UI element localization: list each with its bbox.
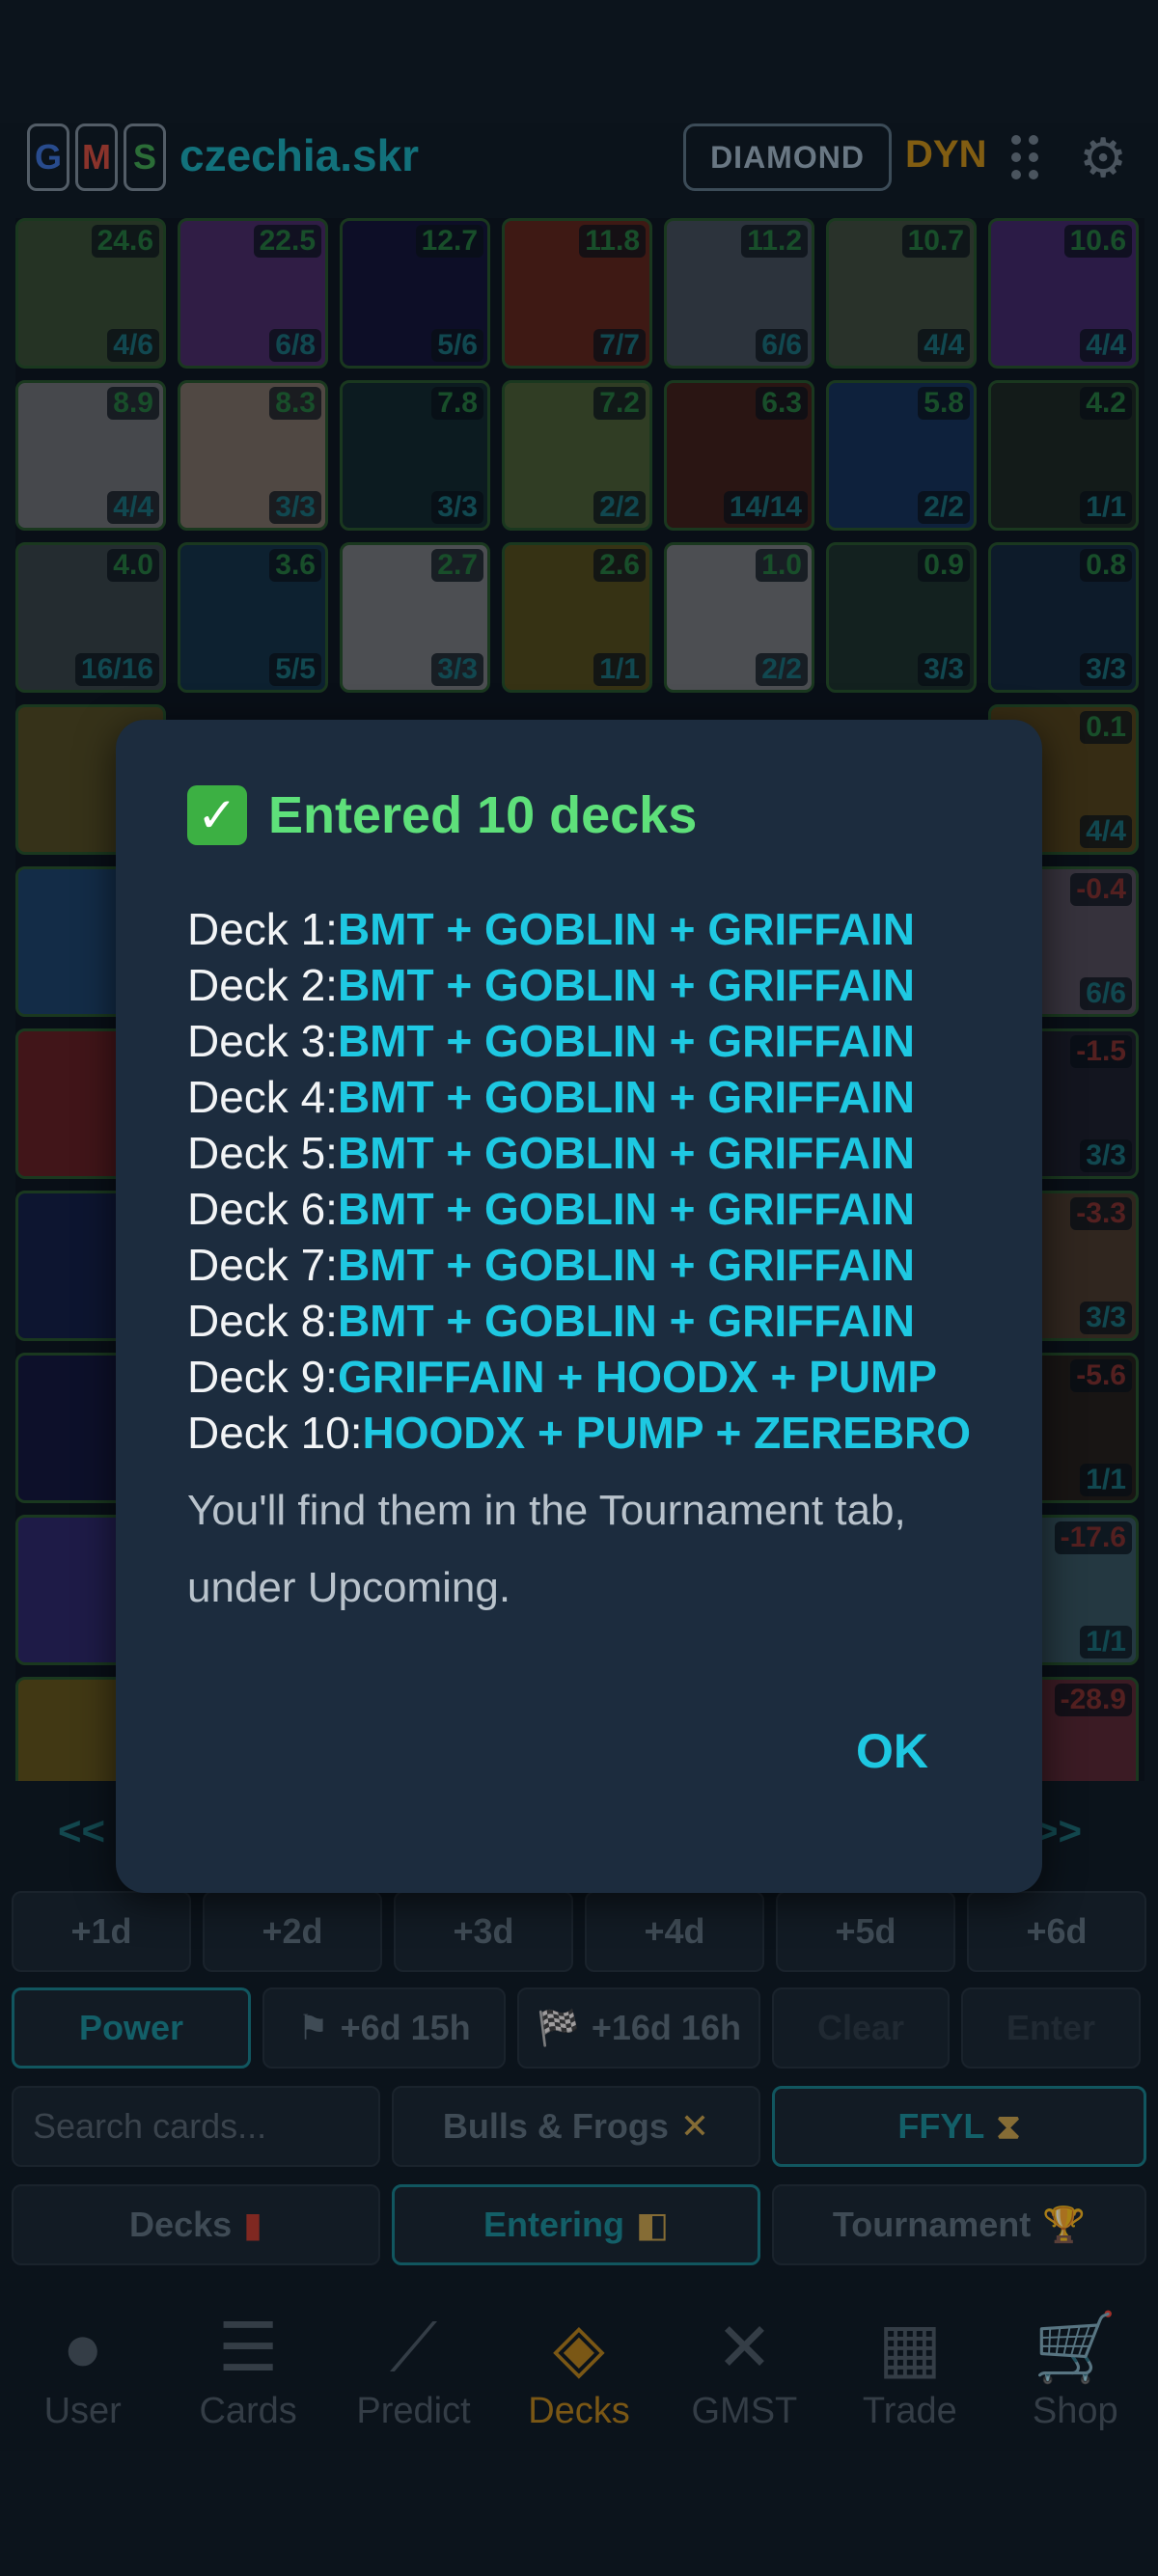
deck-value: BMT + GOBLIN + GRIFFAIN [337, 1184, 915, 1234]
deck-line: Deck 6:BMT + GOBLIN + GRIFFAIN [187, 1181, 971, 1237]
deck-label: Deck 7: [187, 1240, 338, 1290]
deck-value: BMT + GOBLIN + GRIFFAIN [337, 1072, 915, 1122]
deck-line: Deck 10:HOODX + PUMP + ZEREBRO [187, 1405, 971, 1461]
app-root: G M S czechia.skr DIAMOND DYN ⚙ 24.6 4/6 2… [0, 0, 1158, 2576]
deck-line: Deck 3:BMT + GOBLIN + GRIFFAIN [187, 1013, 971, 1069]
ok-button[interactable]: OK [856, 1723, 928, 1779]
deck-value: HOODX + PUMP + ZEREBRO [362, 1408, 972, 1458]
dialog-title-text: Entered 10 decks [268, 786, 698, 844]
dialog-title: ✓ Entered 10 decks [187, 785, 697, 845]
deck-value: GRIFFAIN + HOODX + PUMP [337, 1352, 938, 1402]
deck-label: Deck 9: [187, 1352, 338, 1402]
deck-value: BMT + GOBLIN + GRIFFAIN [337, 1128, 915, 1178]
deck-line: Deck 7:BMT + GOBLIN + GRIFFAIN [187, 1237, 971, 1293]
dialog-message: You'll find them in the Tournament tab, … [187, 1487, 906, 1611]
deck-line: Deck 9:GRIFFAIN + HOODX + PUMP [187, 1349, 971, 1405]
deck-value: BMT + GOBLIN + GRIFFAIN [337, 960, 915, 1010]
deck-label: Deck 5: [187, 1128, 338, 1178]
deck-label: Deck 10: [187, 1408, 363, 1458]
deck-label: Deck 2: [187, 960, 338, 1010]
entered-decks-dialog: ✓ Entered 10 decks Deck 1:BMT + GOBLIN +… [116, 720, 1042, 1893]
deck-value: BMT + GOBLIN + GRIFFAIN [337, 904, 915, 954]
deck-value: BMT + GOBLIN + GRIFFAIN [337, 1240, 915, 1290]
deck-label: Deck 3: [187, 1016, 338, 1066]
deck-label: Deck 4: [187, 1072, 338, 1122]
checkmark-icon: ✓ [187, 785, 247, 845]
deck-line: Deck 2:BMT + GOBLIN + GRIFFAIN [187, 957, 971, 1013]
deck-value: BMT + GOBLIN + GRIFFAIN [337, 1016, 915, 1066]
deck-list: Deck 1:BMT + GOBLIN + GRIFFAIN Deck 2:BMT… [187, 901, 971, 1461]
deck-line: Deck 1:BMT + GOBLIN + GRIFFAIN [187, 901, 971, 957]
deck-line: Deck 8:BMT + GOBLIN + GRIFFAIN [187, 1293, 971, 1349]
deck-line: Deck 5:BMT + GOBLIN + GRIFFAIN [187, 1125, 971, 1181]
deck-label: Deck 6: [187, 1184, 338, 1234]
deck-value: BMT + GOBLIN + GRIFFAIN [337, 1296, 915, 1346]
deck-label: Deck 1: [187, 904, 338, 954]
deck-line: Deck 4:BMT + GOBLIN + GRIFFAIN [187, 1069, 971, 1125]
deck-label: Deck 8: [187, 1296, 338, 1346]
